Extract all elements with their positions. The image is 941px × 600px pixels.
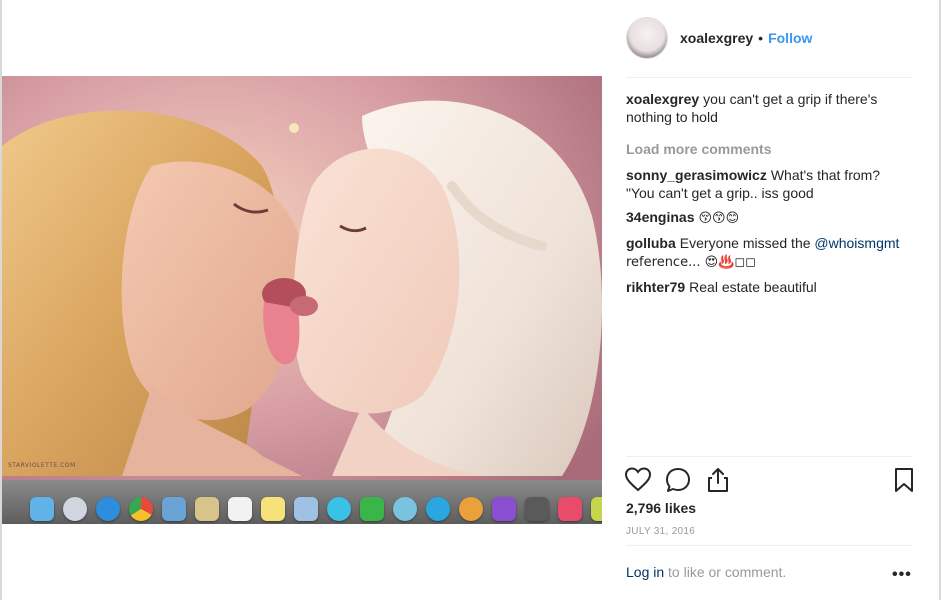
follow-button[interactable]: Follow	[768, 30, 812, 46]
comment-item: rikhter79 Real estate beautiful	[626, 278, 912, 296]
comment-username[interactable]: golluba	[626, 235, 676, 251]
photos-icon	[459, 497, 483, 521]
stickies-icon	[261, 497, 285, 521]
messages-icon	[327, 497, 351, 521]
login-prompt-text: to like or comment.	[668, 564, 787, 580]
load-more-comments-button[interactable]: Load more comments	[626, 140, 912, 158]
photobooth-icon	[525, 497, 549, 521]
comment-text-after: reference... 😍♨️◻◻	[626, 255, 756, 270]
action-bar	[624, 466, 916, 494]
comment-username[interactable]: rikhter79	[626, 279, 685, 295]
post-photo	[2, 76, 602, 524]
comment-text: 😚😙😊	[698, 211, 740, 226]
more-options-icon[interactable]: •••	[892, 566, 912, 584]
preview-icon	[162, 497, 186, 521]
post-author-username[interactable]: xoalexgrey	[680, 30, 753, 46]
avatar[interactable]	[626, 17, 668, 59]
comment-mention-link[interactable]: @whoismgmt	[814, 235, 899, 251]
post-header: xoalexgrey • Follow	[626, 16, 912, 60]
comment-text: Everyone missed the	[679, 235, 811, 251]
comment-item: 34enginas 😚😙😊	[626, 208, 912, 228]
actions-divider	[626, 456, 912, 457]
chrome-icon	[129, 497, 153, 521]
header-divider	[626, 77, 912, 78]
media-watermark: STARVIOLETTE.COM	[8, 462, 76, 469]
separator-dot: •	[758, 30, 764, 46]
bookmark-icon[interactable]	[890, 466, 918, 494]
safari-icon	[96, 497, 120, 521]
footer-divider	[626, 545, 912, 546]
notes-icon	[195, 497, 219, 521]
itunes-icon	[393, 497, 417, 521]
comment-icon[interactable]	[664, 466, 692, 494]
comment-item: golluba Everyone missed the @whoismgmt re…	[626, 234, 912, 272]
post-date[interactable]: JULY 31, 2016	[626, 526, 695, 537]
caption: xoalexgrey you can't get a grip if there'…	[626, 90, 912, 126]
heart-icon[interactable]	[624, 466, 652, 494]
share-icon[interactable]	[704, 466, 732, 494]
imovie-icon	[492, 497, 516, 521]
post-media[interactable]: STARVIOLETTE.COM	[2, 76, 602, 524]
app-icon	[591, 497, 602, 521]
comment-item: sonny_gerasimowicz What's that from? "You…	[626, 166, 912, 202]
comment-username[interactable]: 34enginas	[626, 209, 694, 225]
login-prompt: Log in to like or comment.	[626, 564, 786, 580]
login-link[interactable]: Log in	[626, 564, 664, 580]
music-icon	[558, 497, 582, 521]
likes-count[interactable]: 2,796 likes	[626, 500, 696, 516]
facetime-icon	[360, 497, 384, 521]
comment-text: Real estate beautiful	[689, 279, 817, 295]
skype-icon	[426, 497, 450, 521]
comments-section: xoalexgrey you can't get a grip if there'…	[626, 90, 912, 302]
media-dock-strip	[2, 480, 602, 524]
comment-username[interactable]: sonny_gerasimowicz	[626, 167, 767, 183]
finder-icon	[30, 497, 54, 521]
mail-icon	[294, 497, 318, 521]
launchpad-icon	[63, 497, 87, 521]
calendar-icon	[228, 497, 252, 521]
caption-username[interactable]: xoalexgrey	[626, 91, 699, 107]
